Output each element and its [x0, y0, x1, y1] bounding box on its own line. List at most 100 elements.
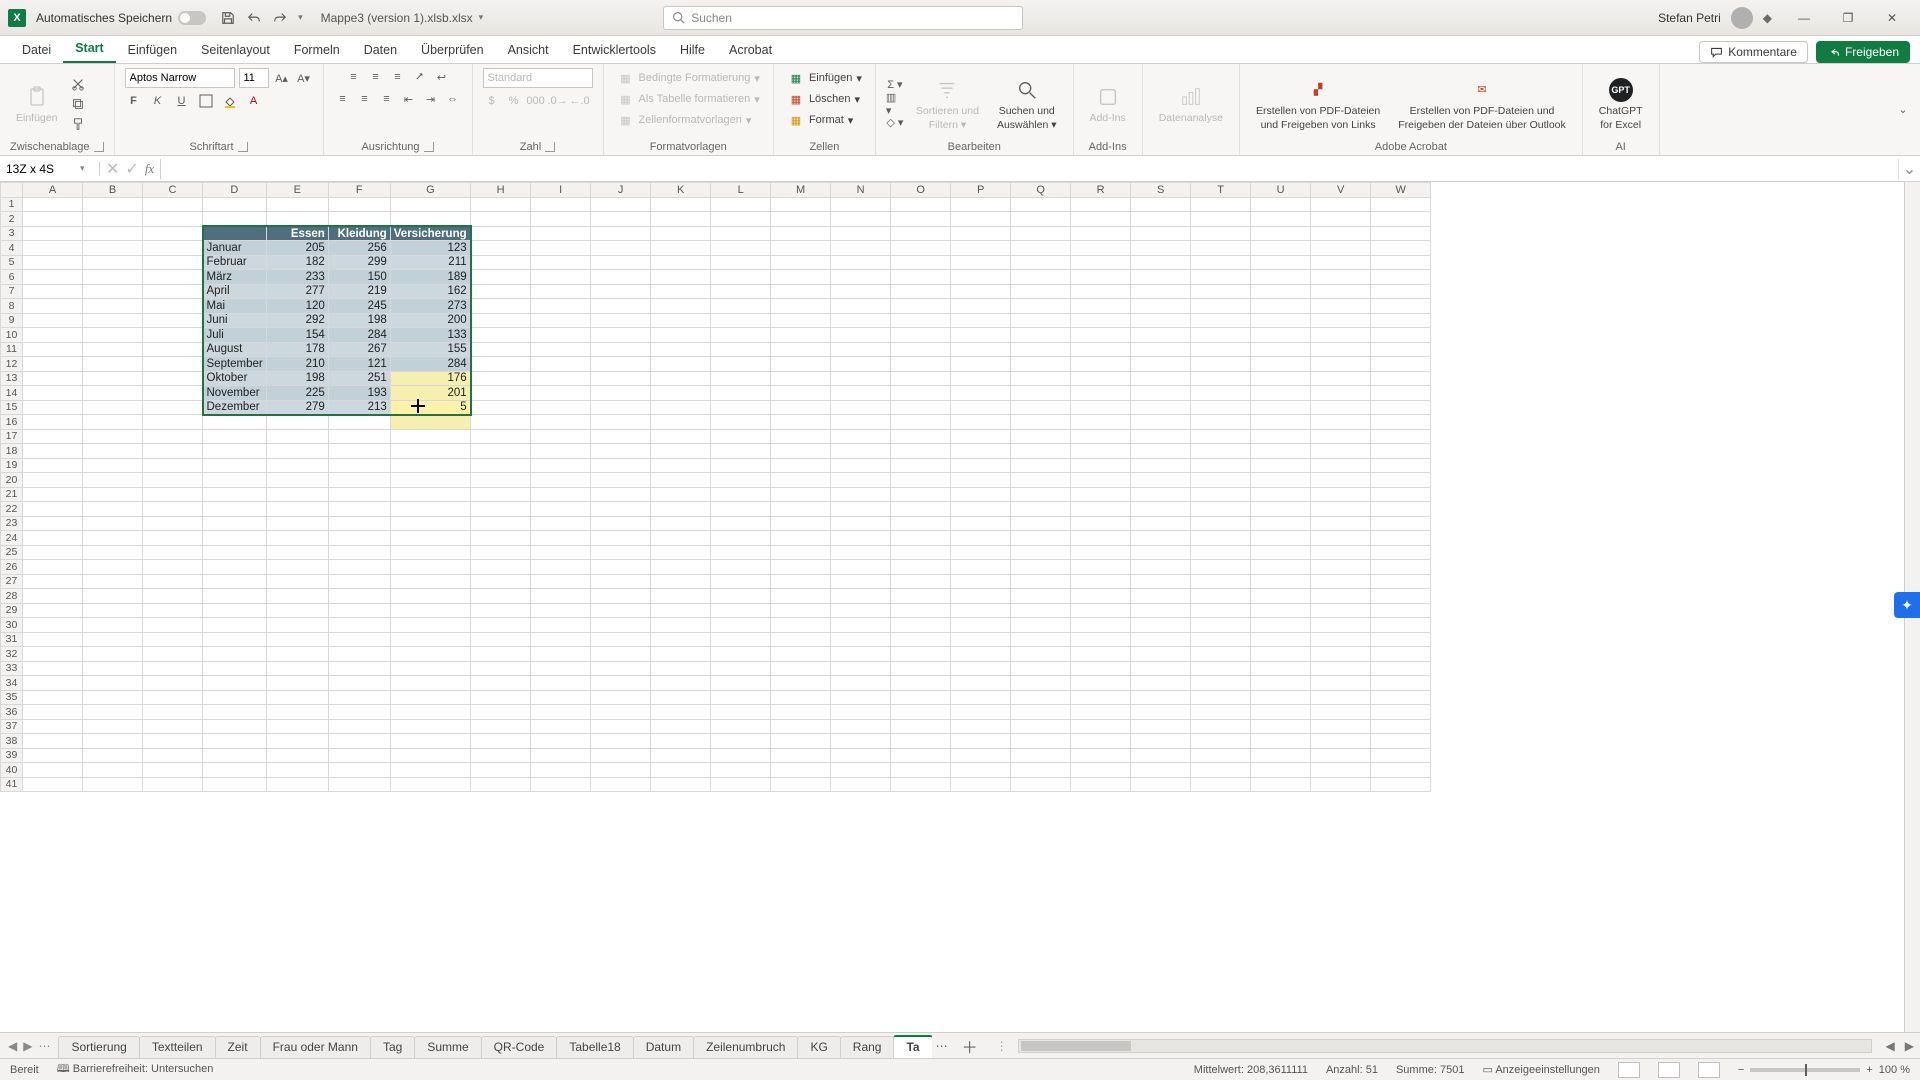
ribbon-collapse-icon[interactable]: ⌄	[1894, 101, 1912, 119]
cell-Q27[interactable]	[1011, 574, 1071, 589]
cell-D38[interactable]	[203, 734, 267, 749]
cell-L8[interactable]	[711, 299, 771, 314]
cell-K24[interactable]	[651, 531, 711, 546]
cell-I14[interactable]	[531, 386, 591, 401]
cell-P18[interactable]	[951, 444, 1011, 459]
cell-D37[interactable]	[203, 719, 267, 734]
column-header-D[interactable]: D	[203, 183, 267, 198]
sheet-tab-summe[interactable]: Summe	[414, 1036, 481, 1058]
cell-J13[interactable]	[591, 371, 651, 386]
cell-Q16[interactable]	[1011, 415, 1071, 430]
cell-G41[interactable]	[390, 777, 470, 792]
cell-E16[interactable]	[266, 415, 328, 430]
cell-L5[interactable]	[711, 255, 771, 270]
cell-J31[interactable]	[591, 632, 651, 647]
cell-S37[interactable]	[1131, 719, 1191, 734]
cell-C41[interactable]	[143, 777, 203, 792]
cell-H32[interactable]	[471, 647, 531, 662]
cell-R11[interactable]	[1071, 342, 1131, 357]
cell-H13[interactable]	[471, 371, 531, 386]
cell-Q40[interactable]	[1011, 763, 1071, 778]
row-header-14[interactable]: 14	[1, 386, 23, 401]
cell-E20[interactable]	[266, 473, 328, 488]
cell-A17[interactable]	[23, 429, 83, 444]
cell-C34[interactable]	[143, 676, 203, 691]
sheet-overflow-icon[interactable]: ⋯	[932, 1039, 952, 1053]
cell-E40[interactable]	[266, 763, 328, 778]
cell-U20[interactable]	[1251, 473, 1311, 488]
cell-A3[interactable]	[23, 226, 83, 241]
cell-G13[interactable]: 176	[390, 371, 470, 386]
cell-S34[interactable]	[1131, 676, 1191, 691]
cell-A22[interactable]	[23, 502, 83, 517]
cell-I38[interactable]	[531, 734, 591, 749]
cell-J8[interactable]	[591, 299, 651, 314]
cell-W19[interactable]	[1371, 458, 1431, 473]
cell-O3[interactable]	[891, 226, 951, 241]
cell-O26[interactable]	[891, 560, 951, 575]
diamond-icon[interactable]: ◆	[1763, 11, 1772, 25]
cell-Q31[interactable]	[1011, 632, 1071, 647]
cell-I13[interactable]	[531, 371, 591, 386]
cell-M13[interactable]	[771, 371, 831, 386]
sort-filter-button[interactable]: Sortieren und Filtern ▾	[910, 72, 985, 135]
cell-M7[interactable]	[771, 284, 831, 299]
cell-T9[interactable]	[1191, 313, 1251, 328]
cell-M40[interactable]	[771, 763, 831, 778]
cell-O5[interactable]	[891, 255, 951, 270]
cell-Q39[interactable]	[1011, 748, 1071, 763]
cell-V11[interactable]	[1311, 342, 1371, 357]
cell-V16[interactable]	[1311, 415, 1371, 430]
cell-N19[interactable]	[831, 458, 891, 473]
cell-J32[interactable]	[591, 647, 651, 662]
cell-I22[interactable]	[531, 502, 591, 517]
cell-W15[interactable]	[1371, 400, 1431, 415]
cell-Q33[interactable]	[1011, 661, 1071, 676]
cell-C17[interactable]	[143, 429, 203, 444]
cell-T10[interactable]	[1191, 328, 1251, 343]
cell-U2[interactable]	[1251, 212, 1311, 227]
chatgpt-button[interactable]: GPT ChatGPT for Excel	[1593, 72, 1649, 135]
cell-D32[interactable]	[203, 647, 267, 662]
cell-E19[interactable]	[266, 458, 328, 473]
cell-U18[interactable]	[1251, 444, 1311, 459]
cell-A37[interactable]	[23, 719, 83, 734]
cell-L29[interactable]	[711, 603, 771, 618]
cell-F19[interactable]	[328, 458, 390, 473]
cell-P8[interactable]	[951, 299, 1011, 314]
cell-J40[interactable]	[591, 763, 651, 778]
cell-R22[interactable]	[1071, 502, 1131, 517]
share-button[interactable]: Freigeben	[1816, 41, 1910, 63]
cell-G36[interactable]	[390, 705, 470, 720]
cell-T35[interactable]	[1191, 690, 1251, 705]
font-size-input[interactable]	[239, 68, 269, 88]
cell-K34[interactable]	[651, 676, 711, 691]
cell-T7[interactable]	[1191, 284, 1251, 299]
cell-C23[interactable]	[143, 516, 203, 531]
row-header-15[interactable]: 15	[1, 400, 23, 415]
cell-D11[interactable]: August	[203, 342, 267, 357]
cell-P26[interactable]	[951, 560, 1011, 575]
cell-R29[interactable]	[1071, 603, 1131, 618]
cell-A16[interactable]	[23, 415, 83, 430]
cell-E4[interactable]: 205	[266, 241, 328, 256]
cell-G3[interactable]: Versicherung	[390, 226, 470, 241]
comments-button[interactable]: Kommentare	[1699, 41, 1808, 63]
dialog-launcher-icon[interactable]	[424, 142, 434, 152]
cell-M24[interactable]	[771, 531, 831, 546]
cell-B7[interactable]	[83, 284, 143, 299]
cell-K18[interactable]	[651, 444, 711, 459]
sheet-tab-sortierung[interactable]: Sortierung	[58, 1036, 139, 1058]
cell-C12[interactable]	[143, 357, 203, 372]
cell-Q38[interactable]	[1011, 734, 1071, 749]
cell-T12[interactable]	[1191, 357, 1251, 372]
cell-D40[interactable]	[203, 763, 267, 778]
cell-T13[interactable]	[1191, 371, 1251, 386]
cell-E22[interactable]	[266, 502, 328, 517]
name-box[interactable]: ▾	[0, 162, 100, 176]
cell-V26[interactable]	[1311, 560, 1371, 575]
percent-icon[interactable]: %	[505, 92, 523, 110]
cell-I10[interactable]	[531, 328, 591, 343]
cell-K7[interactable]	[651, 284, 711, 299]
copy-icon[interactable]	[69, 95, 87, 113]
